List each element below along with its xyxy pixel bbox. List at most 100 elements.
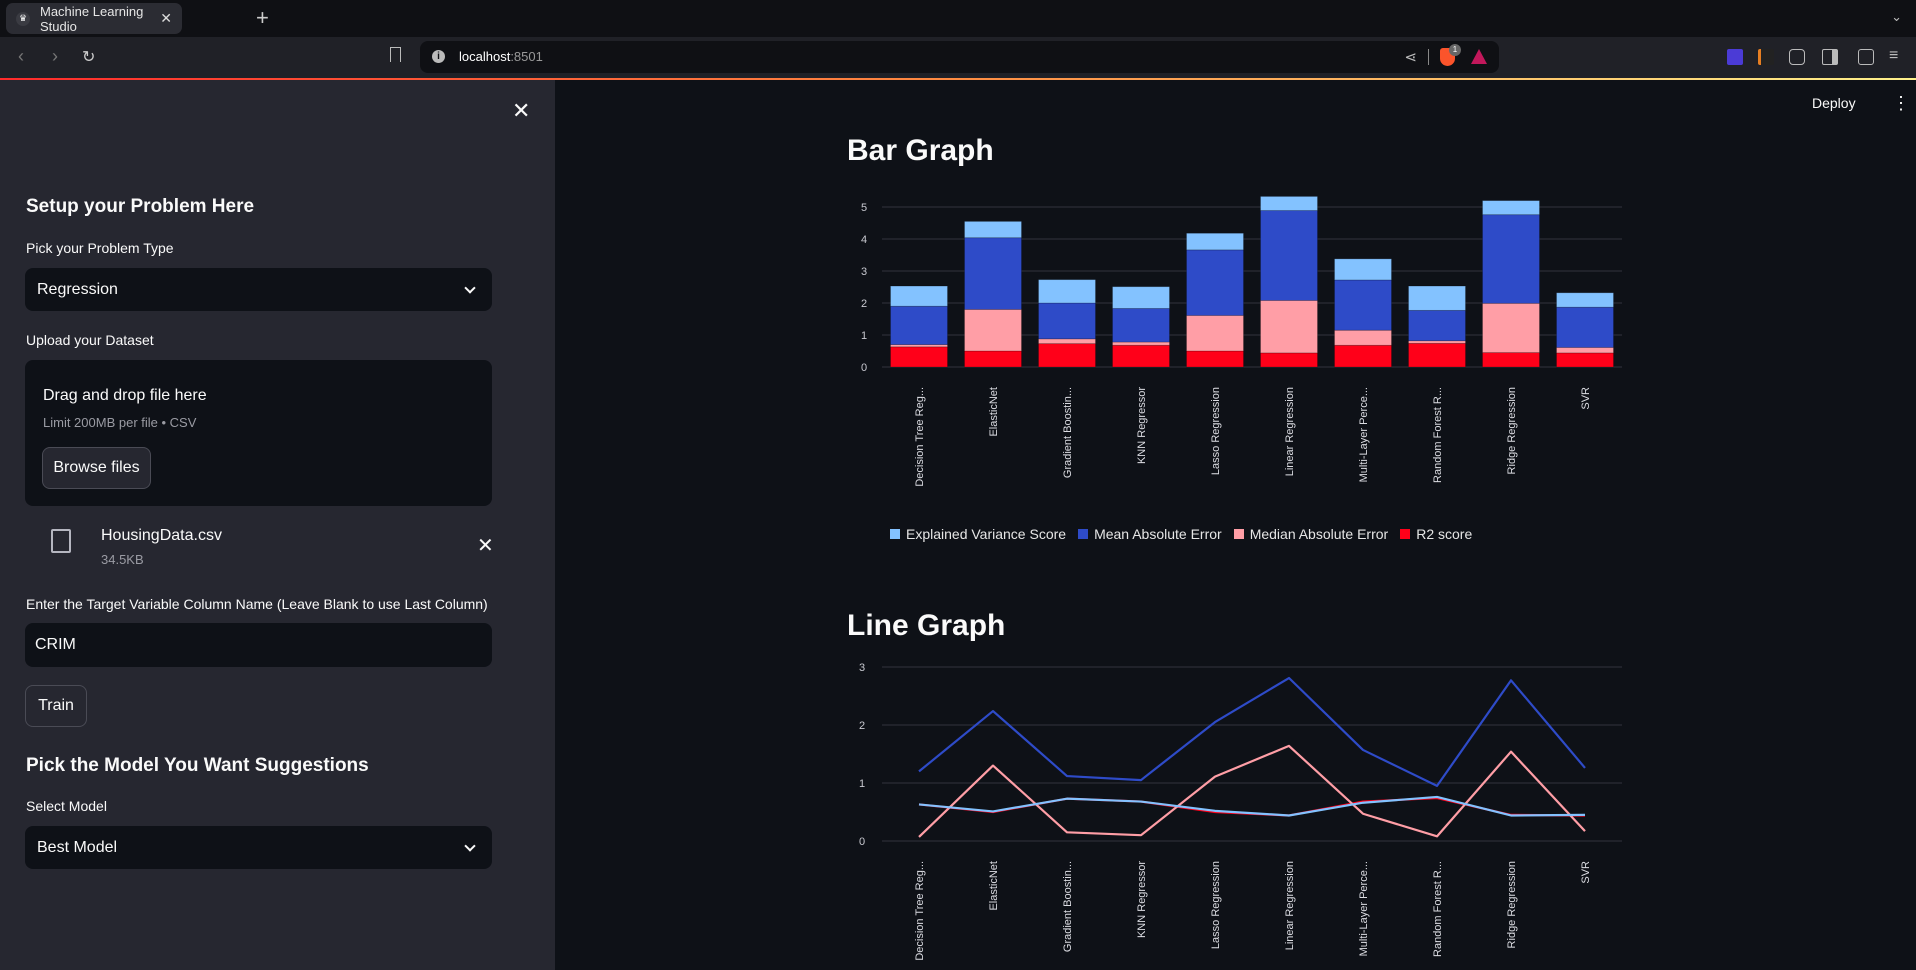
bar-segment-explained-variance-score[interactable] bbox=[1334, 258, 1392, 281]
brave-rewards-icon[interactable] bbox=[1471, 49, 1487, 64]
site-info-icon[interactable]: i bbox=[432, 50, 445, 63]
tab-close-icon[interactable]: ✕ bbox=[160, 10, 172, 27]
bar-segment-median-absolute-error[interactable] bbox=[1260, 300, 1318, 354]
wallet-icon[interactable] bbox=[1858, 49, 1874, 65]
bar-segment-median-absolute-error[interactable] bbox=[1038, 338, 1096, 345]
bar-segment-r2-score[interactable] bbox=[964, 350, 1022, 368]
problem-type-value: Regression bbox=[37, 280, 118, 298]
file-icon bbox=[51, 529, 71, 553]
back-icon[interactable]: ‹ bbox=[18, 46, 24, 67]
bar-segment-explained-variance-score[interactable] bbox=[1112, 286, 1170, 309]
browser-toolbar: ‹ › ↻ i localhost:8501 ⋖ 1 ≡ bbox=[0, 37, 1916, 78]
dropzone-title: Drag and drop file here bbox=[43, 387, 207, 404]
line-x-tick-label: Random Forest R... bbox=[1432, 861, 1444, 957]
bar-segment-r2-score[interactable] bbox=[1556, 352, 1614, 368]
bar-segment-median-absolute-error[interactable] bbox=[1112, 341, 1170, 346]
line-x-tick-label: Lasso Regression bbox=[1210, 861, 1222, 949]
line-series-explained-variance-score[interactable] bbox=[918, 795, 1586, 817]
bar-segment-explained-variance-score[interactable] bbox=[1038, 279, 1096, 304]
bar-y-tick-label: 5 bbox=[861, 202, 867, 214]
streamlit-crown-icon: ♛ bbox=[16, 11, 30, 26]
url-text[interactable]: localhost:8501 bbox=[459, 49, 543, 64]
line-y-tick-label: 2 bbox=[859, 720, 865, 732]
bar-segment-mean-absolute-error[interactable] bbox=[1112, 308, 1170, 343]
bar-x-tick-label: Decision Tree Reg... bbox=[914, 387, 926, 487]
bar-segment-mean-absolute-error[interactable] bbox=[1038, 302, 1096, 340]
browse-files-button[interactable]: Browse files bbox=[42, 447, 151, 489]
upload-label: Upload your Dataset bbox=[26, 332, 154, 348]
browser-menu-icon[interactable]: ≡ bbox=[1889, 47, 1898, 65]
bar-segment-median-absolute-error[interactable] bbox=[1334, 329, 1392, 346]
file-size: 34.5KB bbox=[101, 552, 144, 567]
bar-segment-r2-score[interactable] bbox=[1334, 344, 1392, 368]
url-bar[interactable]: i localhost:8501 ⋖ 1 bbox=[420, 41, 1499, 73]
bar-segment-explained-variance-score[interactable] bbox=[1482, 200, 1540, 216]
bar-segment-mean-absolute-error[interactable] bbox=[964, 237, 1022, 310]
legend-item-median-absolute-error[interactable]: Median Absolute Error bbox=[1233, 526, 1388, 542]
bar-segment-explained-variance-score[interactable] bbox=[1408, 285, 1466, 311]
line-x-tick-label: Multi-Layer Perce... bbox=[1358, 861, 1370, 956]
extensions-puzzle-icon[interactable] bbox=[1789, 49, 1805, 65]
legend-item-explained-variance-score[interactable]: Explained Variance Score bbox=[890, 526, 1066, 542]
sidebar-toggle-icon[interactable] bbox=[1822, 49, 1838, 65]
bar-segment-explained-variance-score[interactable] bbox=[890, 285, 948, 307]
bar-segment-median-absolute-error[interactable] bbox=[1482, 302, 1540, 353]
bar-segment-median-absolute-error[interactable] bbox=[1186, 315, 1244, 352]
legend-label: Mean Absolute Error bbox=[1094, 526, 1222, 542]
sidebar-close-icon[interactable]: ✕ bbox=[512, 98, 530, 124]
main-menu-icon[interactable]: ⋮ bbox=[1892, 94, 1910, 112]
bar-segment-r2-score[interactable] bbox=[890, 346, 948, 368]
line-chart: 0 1 2 3 Decision Tree Reg... ElasticNet Gradie… bbox=[859, 662, 1622, 961]
bar-segment-mean-absolute-error[interactable] bbox=[890, 305, 948, 345]
deploy-button[interactable]: Deploy bbox=[1812, 95, 1856, 111]
forward-icon[interactable]: › bbox=[52, 46, 58, 67]
bar-y-tick-label: 1 bbox=[861, 330, 867, 342]
line-series-median-absolute-error[interactable] bbox=[918, 744, 1586, 838]
target-variable-input[interactable] bbox=[25, 623, 492, 667]
bar-segment-mean-absolute-error[interactable] bbox=[1408, 309, 1466, 342]
bookmark-icon[interactable] bbox=[390, 47, 401, 62]
bar-segment-median-absolute-error[interactable] bbox=[964, 309, 1022, 352]
line-x-tick-label: Decision Tree Reg... bbox=[914, 861, 926, 961]
bar-segment-explained-variance-score[interactable] bbox=[1186, 232, 1244, 251]
line-series-mean-absolute-error[interactable] bbox=[918, 676, 1586, 787]
bar-segment-mean-absolute-error[interactable] bbox=[1186, 249, 1244, 316]
bar-segment-r2-score[interactable] bbox=[1112, 344, 1170, 368]
chevron-down-icon bbox=[464, 839, 476, 852]
tab-list-chevron-icon[interactable]: ⌄ bbox=[1891, 9, 1902, 25]
file-dropzone[interactable]: Drag and drop file here Limit 200MB per … bbox=[25, 360, 492, 506]
bar-segment-mean-absolute-error[interactable] bbox=[1260, 210, 1318, 301]
vpn-extension-icon[interactable] bbox=[1727, 49, 1743, 65]
bar-segment-mean-absolute-error[interactable] bbox=[1334, 279, 1392, 331]
bar-segment-mean-absolute-error[interactable] bbox=[1556, 306, 1614, 348]
bar-segment-r2-score[interactable] bbox=[1482, 352, 1540, 368]
legend-label: Explained Variance Score bbox=[906, 526, 1067, 542]
legend-item-r2-score[interactable]: R2 score bbox=[1400, 526, 1472, 542]
new-tab-button[interactable]: + bbox=[256, 6, 269, 30]
bar-y-tick-label: 2 bbox=[861, 298, 867, 310]
line-x-tick-label: Ridge Regression bbox=[1506, 861, 1518, 948]
select-model-select[interactable]: Best Model bbox=[25, 826, 492, 869]
remove-file-icon[interactable]: ✕ bbox=[477, 533, 494, 558]
bar-segment-median-absolute-error[interactable] bbox=[1556, 347, 1614, 354]
extension-icon[interactable] bbox=[1758, 49, 1774, 65]
reload-icon[interactable]: ↻ bbox=[82, 47, 95, 67]
bar-segment-explained-variance-score[interactable] bbox=[964, 220, 1022, 239]
bar-segment-mean-absolute-error[interactable] bbox=[1482, 214, 1540, 304]
target-variable-label: Enter the Target Variable Column Name (L… bbox=[26, 596, 488, 612]
bar-segment-r2-score[interactable] bbox=[1038, 343, 1096, 368]
legend-swatch bbox=[1233, 529, 1244, 539]
bar-segment-r2-score[interactable] bbox=[1408, 342, 1466, 368]
train-button[interactable]: Train bbox=[25, 685, 87, 727]
bar-segment-r2-score[interactable] bbox=[1186, 350, 1244, 368]
line-y-tick-label: 0 bbox=[859, 836, 865, 848]
browser-tab-bar: ♛ Machine Learning Studio ✕ + ⌄ bbox=[0, 0, 1916, 37]
bar-segment-r2-score[interactable] bbox=[1260, 352, 1318, 368]
legend-item-mean-absolute-error[interactable]: Mean Absolute Error bbox=[1078, 526, 1222, 542]
share-icon[interactable]: ⋖ bbox=[1404, 48, 1417, 66]
problem-type-select[interactable]: Regression bbox=[25, 268, 492, 311]
bar-segment-explained-variance-score[interactable] bbox=[1260, 196, 1318, 211]
bar-segment-explained-variance-score[interactable] bbox=[1556, 292, 1614, 308]
bar-x-tick-label: ElasticNet bbox=[988, 387, 1000, 437]
browser-tab[interactable]: ♛ Machine Learning Studio ✕ bbox=[6, 3, 182, 34]
